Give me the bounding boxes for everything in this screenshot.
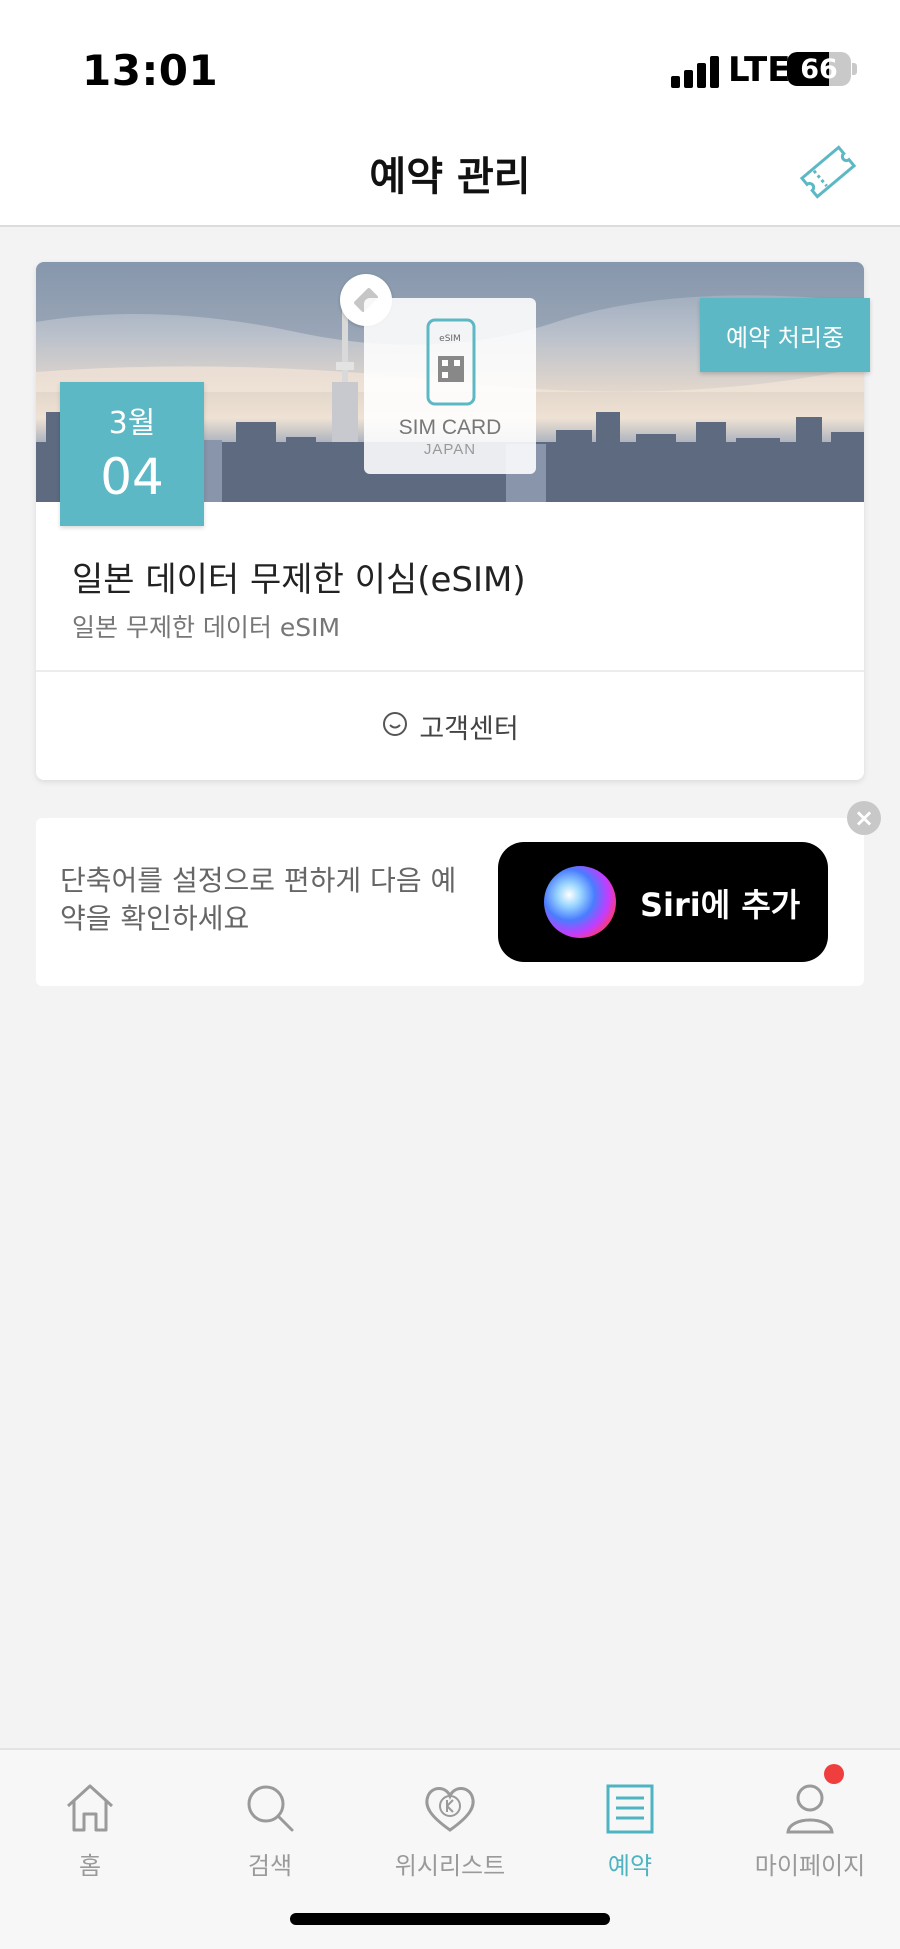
status-time: 13:01	[82, 46, 219, 95]
tab-home[interactable]: 홈	[0, 1770, 180, 1880]
list-icon	[606, 1784, 654, 1834]
tab-mypage-label: 마이페이지	[754, 1852, 866, 1880]
sim-card-graphic: eSIM SIM CARD JAPAN	[364, 298, 536, 474]
person-icon	[786, 1784, 834, 1834]
app-header: 예약 관리	[0, 120, 900, 227]
siri-message: 단축어를 설정으로 편하게 다음 예약을 확인하세요	[60, 864, 457, 935]
notification-dot	[824, 1764, 844, 1784]
tab-search[interactable]: 검색	[180, 1770, 360, 1880]
search-icon	[247, 1785, 294, 1832]
siri-icon	[544, 866, 616, 938]
page-title: 예약 관리	[369, 154, 531, 200]
tab-search-label: 검색	[247, 1852, 293, 1880]
customer-center-label: 고객센터	[419, 713, 519, 745]
add-to-siri-label: Siri에 추가	[640, 886, 801, 924]
tab-reservation-label: 예약	[607, 1852, 653, 1880]
sim-card-phone-text: eSIM	[439, 334, 461, 344]
product-title: 일본 데이터 무제한 이심(eSIM)	[72, 560, 526, 600]
home-indicator	[290, 1913, 610, 1925]
heart-icon	[425, 1787, 475, 1832]
sim-card-title: SIM CARD	[398, 416, 502, 439]
battery-cap	[852, 63, 857, 75]
customer-center-button[interactable]: 고객센터	[36, 672, 864, 780]
signal-icon	[671, 54, 721, 88]
home-icon	[66, 1784, 114, 1832]
battery-icon: 66	[787, 52, 851, 86]
reservation-date: 3월 04	[60, 382, 204, 526]
tab-reservation[interactable]: 예약	[540, 1770, 720, 1880]
network-type: LTE	[728, 50, 791, 90]
battery-percent: 66	[800, 54, 838, 85]
tab-wishlist[interactable]: 위시리스트	[360, 1770, 540, 1880]
tab-home-label: 홈	[78, 1852, 102, 1880]
close-icon[interactable]: ×	[847, 801, 881, 835]
status-badge: 예약 처리중	[700, 298, 870, 372]
ticket-icon[interactable]	[796, 140, 860, 204]
siri-shortcut-card: 단축어를 설정으로 편하게 다음 예약을 확인하세요 Siri에 추가	[36, 818, 864, 986]
sim-card-subtitle: JAPAN	[423, 441, 477, 458]
add-to-siri-button[interactable]: Siri에 추가	[498, 842, 828, 962]
smile-icon	[381, 710, 409, 742]
tab-wishlist-label: 위시리스트	[394, 1852, 506, 1880]
status-bar: 13:01 LTE 66	[0, 0, 900, 120]
product-subtitle: 일본 무제한 데이터 eSIM	[72, 613, 341, 642]
reservation-day: 04	[100, 448, 164, 506]
reservation-month: 3월	[108, 406, 156, 441]
tab-mypage[interactable]: 마이페이지	[720, 1770, 900, 1880]
